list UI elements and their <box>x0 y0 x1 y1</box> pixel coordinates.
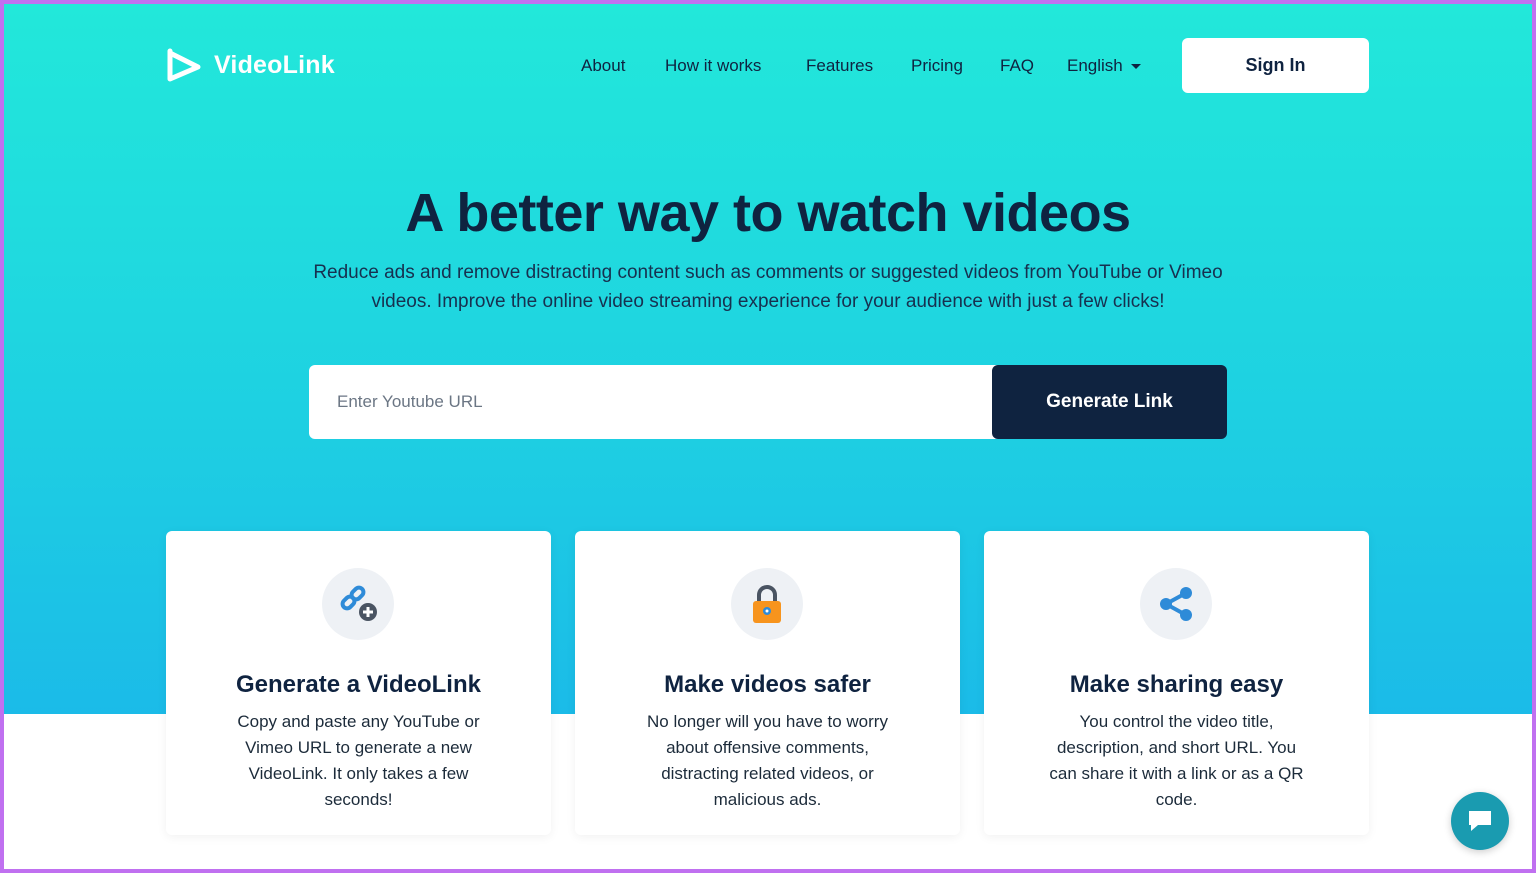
sign-in-button[interactable]: Sign In <box>1182 38 1369 93</box>
youtube-url-input[interactable] <box>309 365 999 439</box>
feature-card-sharing: Make sharing easy You control the video … <box>984 531 1369 835</box>
chevron-down-icon <box>1130 63 1141 69</box>
generate-link-button[interactable]: Generate Link <box>992 365 1227 439</box>
hero-subtitle: Reduce ads and remove distracting conten… <box>313 262 1223 312</box>
page-title: A better way to watch videos <box>405 183 1131 243</box>
chat-widget-button[interactable] <box>1451 792 1509 850</box>
feature-text: Copy and paste any YouTube or Vimeo URL … <box>237 712 480 809</box>
feature-title: Make sharing easy <box>1069 671 1284 698</box>
url-form: Generate Link <box>309 365 1227 439</box>
nav-item-about[interactable]: About <box>581 56 625 76</box>
feature-text: No longer will you have to worry about o… <box>647 712 888 809</box>
feature-card-safer: Make videos safer No longer will you hav… <box>575 531 960 835</box>
feature-text: You control the video title, description… <box>1049 712 1304 809</box>
nav-item-features[interactable]: Features <box>806 56 873 76</box>
feature-icon-wrap <box>731 568 803 640</box>
nav-item-how-it-works[interactable]: How it works <box>665 56 761 76</box>
share-icon <box>1160 587 1192 621</box>
nav-item-faq[interactable]: FAQ <box>1000 56 1034 76</box>
nav-item-pricing[interactable]: Pricing <box>911 56 963 76</box>
feature-icon-wrap <box>322 568 394 640</box>
language-selector[interactable]: English <box>1067 56 1141 76</box>
feature-card-generate: Generate a VideoLink Copy and paste any … <box>166 531 551 835</box>
feature-title: Generate a VideoLink <box>236 671 481 698</box>
feature-title: Make videos safer <box>664 671 871 698</box>
feature-icon-wrap <box>1140 568 1212 640</box>
language-label: English <box>1067 56 1123 75</box>
chat-bubble-icon <box>1469 811 1491 831</box>
lock-icon <box>753 585 781 623</box>
page-frame: VideoLink About How it works Features Pr… <box>4 4 1532 869</box>
link-add-icon <box>340 585 377 621</box>
